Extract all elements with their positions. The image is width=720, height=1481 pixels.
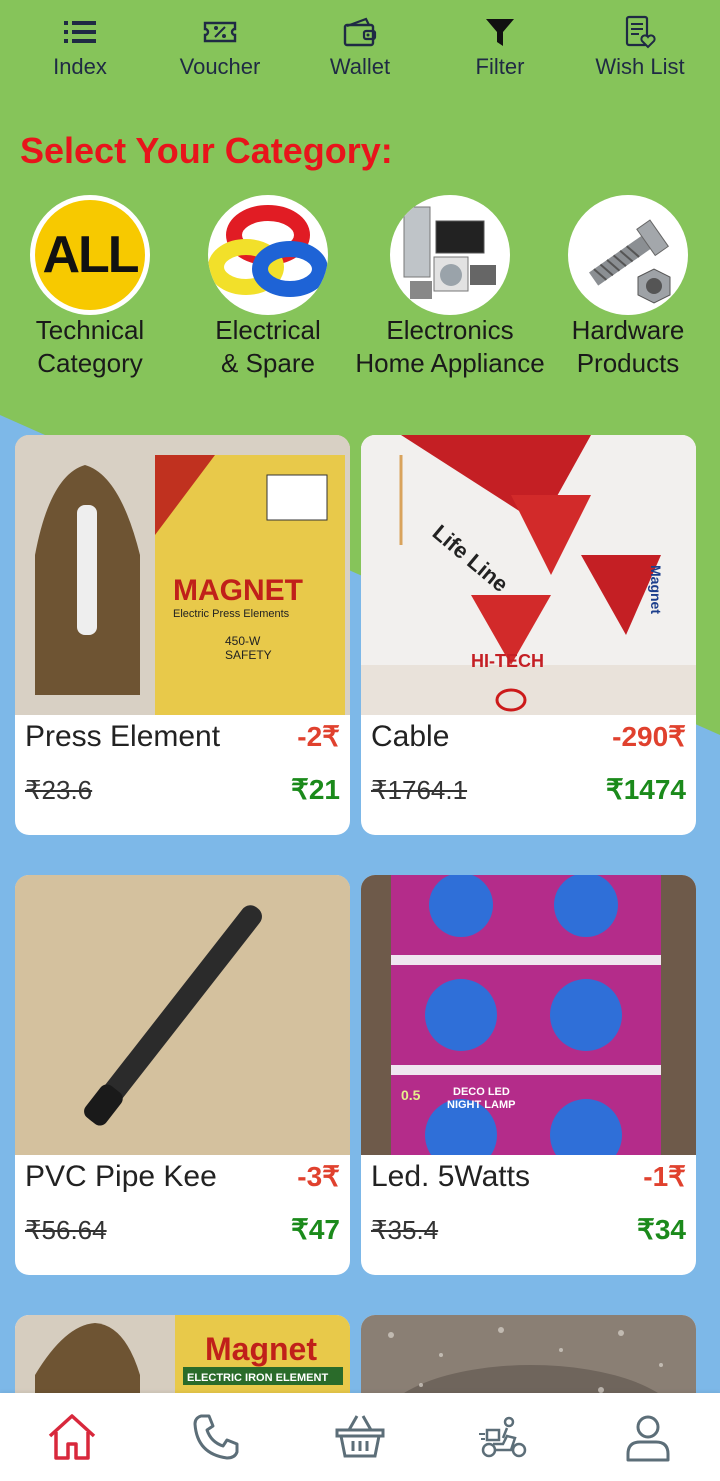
cable-box-photo: Life Line HI-TECH Magnet — [361, 435, 696, 715]
product-discount: -2₹ — [297, 721, 340, 752]
bolt-nut-image — [589, 219, 671, 304]
product-card[interactable]: Life Line HI-TECH Magnet Cable -290₹ ₹17… — [361, 435, 696, 835]
nav-index[interactable]: Index — [20, 14, 140, 80]
category-electrical-image — [208, 195, 328, 315]
category-technical[interactable]: ALL Technical Category — [0, 195, 190, 381]
wire-coils-image — [208, 205, 328, 297]
category-electronics-image — [390, 195, 510, 315]
appliances-image — [403, 206, 496, 299]
nav-voucher-label: Voucher — [179, 54, 261, 79]
cable-maker-text: HI-TECH — [471, 651, 544, 671]
category-electronics-line2: Home Appliance — [355, 348, 545, 378]
partial-sub-text: ELECTRIC IRON ELEMENT — [187, 1372, 328, 1384]
wallet-icon — [343, 17, 377, 47]
nav-wishlist[interactable]: Wish List — [580, 14, 700, 80]
product-name: Press Element — [25, 720, 221, 753]
bottom-nav-delivery[interactable] — [469, 1402, 539, 1472]
voucher-icon — [203, 21, 237, 43]
category-electrical-line1: Electrical — [215, 315, 321, 345]
press-element-photo: MAGNET Electric Press Elements 450-W SAF… — [15, 435, 350, 715]
product-card[interactable]: 0.5 DECO LED NIGHT LAMP Led. 5Watts -1₹ … — [361, 875, 696, 1275]
filter-icon — [486, 19, 514, 46]
nav-wallet-label: Wallet — [329, 54, 391, 79]
product-name: PVC Pipe Kee — [25, 1160, 217, 1193]
magnet-safety-text: SAFETY — [225, 648, 272, 662]
phone-icon — [193, 1414, 239, 1460]
product-price: ₹34 — [637, 1214, 686, 1245]
product-discount: -290₹ — [612, 721, 686, 752]
category-technical-image: ALL — [30, 195, 150, 315]
product-price: ₹47 — [291, 1214, 340, 1245]
category-technical-line1: Technical — [35, 315, 145, 345]
category-electronics-line1: Electronics — [386, 315, 514, 345]
category-hardware-line1: Hardware — [571, 315, 685, 345]
category-title: Select Your Category: — [20, 130, 393, 171]
product-old-price: ₹23.6 — [25, 775, 93, 805]
product-discount: -3₹ — [297, 1161, 340, 1192]
product-image: MAGNET Electric Press Elements 450-W SAF… — [15, 435, 350, 715]
user-icon — [626, 1415, 670, 1462]
magnet-brand-text: MAGNET — [173, 574, 303, 607]
all-badge: ALL — [42, 226, 139, 284]
product-name: Cable — [371, 720, 450, 753]
delivery-icon — [479, 1416, 527, 1458]
category-hardware-image — [568, 195, 688, 315]
bottom-nav — [0, 1393, 720, 1481]
nav-filter-label: Filter — [475, 54, 525, 79]
nav-wishlist-label: Wish List — [595, 54, 685, 79]
product-price: ₹1474 — [605, 774, 686, 805]
category-electrical[interactable]: Electrical & Spare — [168, 195, 368, 381]
category-row: ALL Technical Category Electrical & Spar… — [0, 195, 720, 385]
product-old-price: ₹1764.1 — [371, 775, 468, 805]
bottom-nav-profile[interactable] — [613, 1402, 683, 1472]
led-bulbs-photo: 0.5 DECO LED NIGHT LAMP — [361, 875, 696, 1155]
home-icon — [48, 1414, 96, 1460]
wishlist-icon — [625, 15, 656, 49]
nav-wallet[interactable]: Wallet — [300, 14, 420, 80]
basket-icon — [335, 1415, 385, 1458]
cable-side-text: Magnet — [648, 565, 664, 614]
pvc-pipe-photo — [15, 875, 350, 1155]
product-image: Life Line HI-TECH Magnet — [361, 435, 696, 715]
product-image — [15, 875, 350, 1155]
product-old-price: ₹56.64 — [25, 1215, 107, 1245]
magnet-watts-text: 450-W — [225, 634, 261, 648]
product-old-price: ₹35.4 — [371, 1215, 439, 1245]
bottom-nav-home[interactable] — [37, 1402, 107, 1472]
magnet-subtitle-text: Electric Press Elements — [173, 608, 290, 620]
product-discount: -1₹ — [643, 1161, 686, 1192]
product-price: ₹21 — [291, 774, 340, 805]
bottom-nav-call[interactable] — [181, 1402, 251, 1472]
nav-voucher[interactable]: Voucher — [160, 14, 280, 80]
partial-brand-text: Magnet — [205, 1331, 317, 1367]
bottom-nav-basket[interactable] — [325, 1402, 395, 1472]
list-icon — [64, 21, 96, 43]
nav-filter[interactable]: Filter — [440, 14, 560, 80]
category-hardware[interactable]: Hardware Products — [528, 195, 720, 381]
led-label2-text: NIGHT LAMP — [447, 1099, 515, 1111]
category-technical-line2: Category — [37, 348, 143, 378]
product-image: 0.5 DECO LED NIGHT LAMP — [361, 875, 696, 1155]
nav-index-label: Index — [53, 54, 107, 79]
category-electronics[interactable]: Electronics Home Appliance — [350, 195, 550, 381]
product-name: Led. 5Watts — [371, 1160, 530, 1193]
category-hardware-line2: Products — [576, 348, 680, 378]
led-label-text: DECO LED — [453, 1086, 510, 1098]
product-card[interactable]: PVC Pipe Kee -3₹ ₹56.64 ₹47 — [15, 875, 350, 1275]
top-nav: Index Voucher Wallet Filter Wish List — [0, 14, 720, 94]
category-electrical-line2: & Spare — [221, 348, 315, 378]
product-card[interactable]: MAGNET Electric Press Elements 450-W SAF… — [15, 435, 350, 835]
led-watt-text: 0.5 — [401, 1087, 421, 1103]
